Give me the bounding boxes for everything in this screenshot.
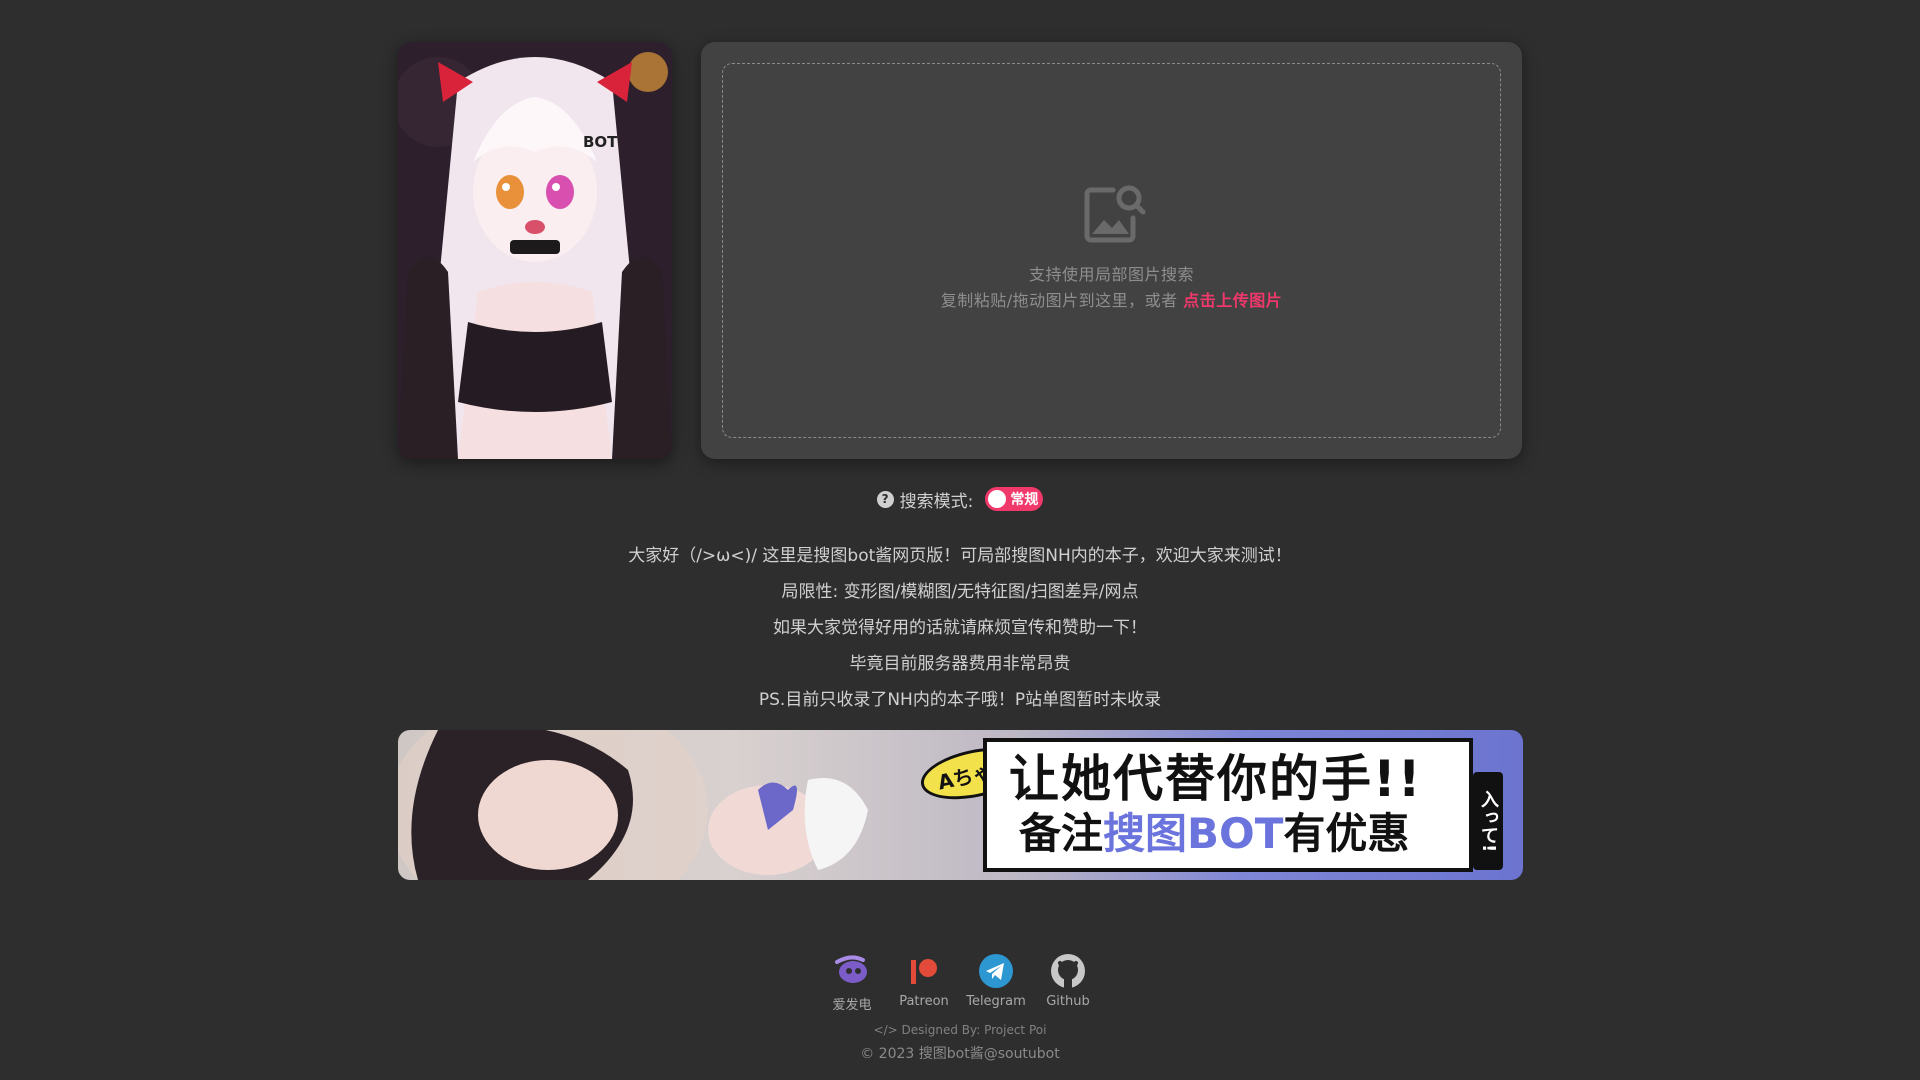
social-patreon[interactable]: Patreon xyxy=(899,952,949,1013)
upload-card: 支持使用局部图片搜索 复制粘贴/拖动图片到这里，或者 点击上传图片 xyxy=(701,42,1522,459)
social-label: Telegram xyxy=(966,994,1026,1009)
intro-line: 大家好（/>ω<)/ 这里是搜图bot酱网页版！可局部搜图NH内的本子，欢迎大家… xyxy=(628,546,1292,566)
upload-link[interactable]: 点击上传图片 xyxy=(1183,291,1282,310)
afdian-icon xyxy=(835,955,867,983)
toggle-knob xyxy=(988,490,1007,508)
social-links: 爱发电 Patreon Telegram Github xyxy=(0,952,1920,1013)
image-dropzone[interactable]: 支持使用局部图片搜索 复制粘贴/拖动图片到这里，或者 点击上传图片 xyxy=(722,63,1501,438)
patreon-icon xyxy=(911,959,937,984)
bot-badge: BOT xyxy=(583,133,618,151)
mascot-illustration: BOT xyxy=(398,42,672,459)
telegram-icon xyxy=(979,954,1013,988)
banner-side-text: 入って! xyxy=(1473,772,1503,870)
mascot-image: BOT xyxy=(398,42,672,459)
search-mode-toggle[interactable]: 常规 xyxy=(985,487,1044,511)
github-icon xyxy=(1051,954,1085,988)
designed-by: </> Designed By: Project Poi xyxy=(873,1023,1047,1037)
intro-line: PS.目前只收录了NH内的本子哦！P站单图暂时未收录 xyxy=(758,690,1162,710)
promo-banner[interactable]: Aちゃん 让她代替你的手!! 备注搜图BOT有优惠 入って! xyxy=(398,730,1523,880)
search-mode-value: 常规 xyxy=(1010,492,1039,508)
banner-subline: 备注搜图BOT有优惠 xyxy=(1009,808,1469,860)
social-label: Patreon xyxy=(899,994,949,1009)
social-afdian[interactable]: 爱发电 xyxy=(827,952,877,1013)
banner-subline-prefix: 备注 xyxy=(1019,809,1104,858)
social-label: Github xyxy=(1046,994,1090,1009)
social-telegram[interactable]: Telegram xyxy=(966,952,1026,1013)
image-search-icon xyxy=(1084,185,1145,242)
search-mode-row: ? 搜索模式: 常规 xyxy=(0,486,1920,512)
banner-headline: 让她代替你的手!! xyxy=(1009,750,1423,808)
upload-hint-line2: 复制粘贴/拖动图片到这里，或者 点击上传图片 xyxy=(941,288,1283,314)
copyright: © 2023 搜图bot酱@soutubot xyxy=(860,1046,1060,1062)
banner-textbox: 让她代替你的手!! 备注搜图BOT有优惠 xyxy=(983,738,1473,872)
intro-line: 毕竟目前服务器费用非常昂贵 xyxy=(849,654,1071,674)
intro-line: 局限性: 变形图/模糊图/无特征图/扫图差异/网点 xyxy=(781,582,1139,602)
help-icon[interactable]: ? xyxy=(876,490,894,508)
intro-line: 如果大家觉得好用的话就请麻烦宣传和赞助一下！ xyxy=(773,618,1147,638)
social-github[interactable]: Github xyxy=(1043,952,1093,1013)
intro-text: 大家好（/>ω<)/ 这里是搜图bot酱网页版！可局部搜图NH内的本子，欢迎大家… xyxy=(0,538,1920,718)
banner-subline-suffix: 有优惠 xyxy=(1283,809,1410,858)
banner-subline-highlight: 搜图BOT xyxy=(1103,809,1284,858)
search-mode-label: 搜索模式: xyxy=(899,491,974,512)
upload-hint-line1: 支持使用局部图片搜索 xyxy=(1028,264,1194,284)
upload-hint-prefix: 复制粘贴/拖动图片到这里，或者 xyxy=(940,290,1178,310)
social-label: 爱发电 xyxy=(832,998,872,1013)
